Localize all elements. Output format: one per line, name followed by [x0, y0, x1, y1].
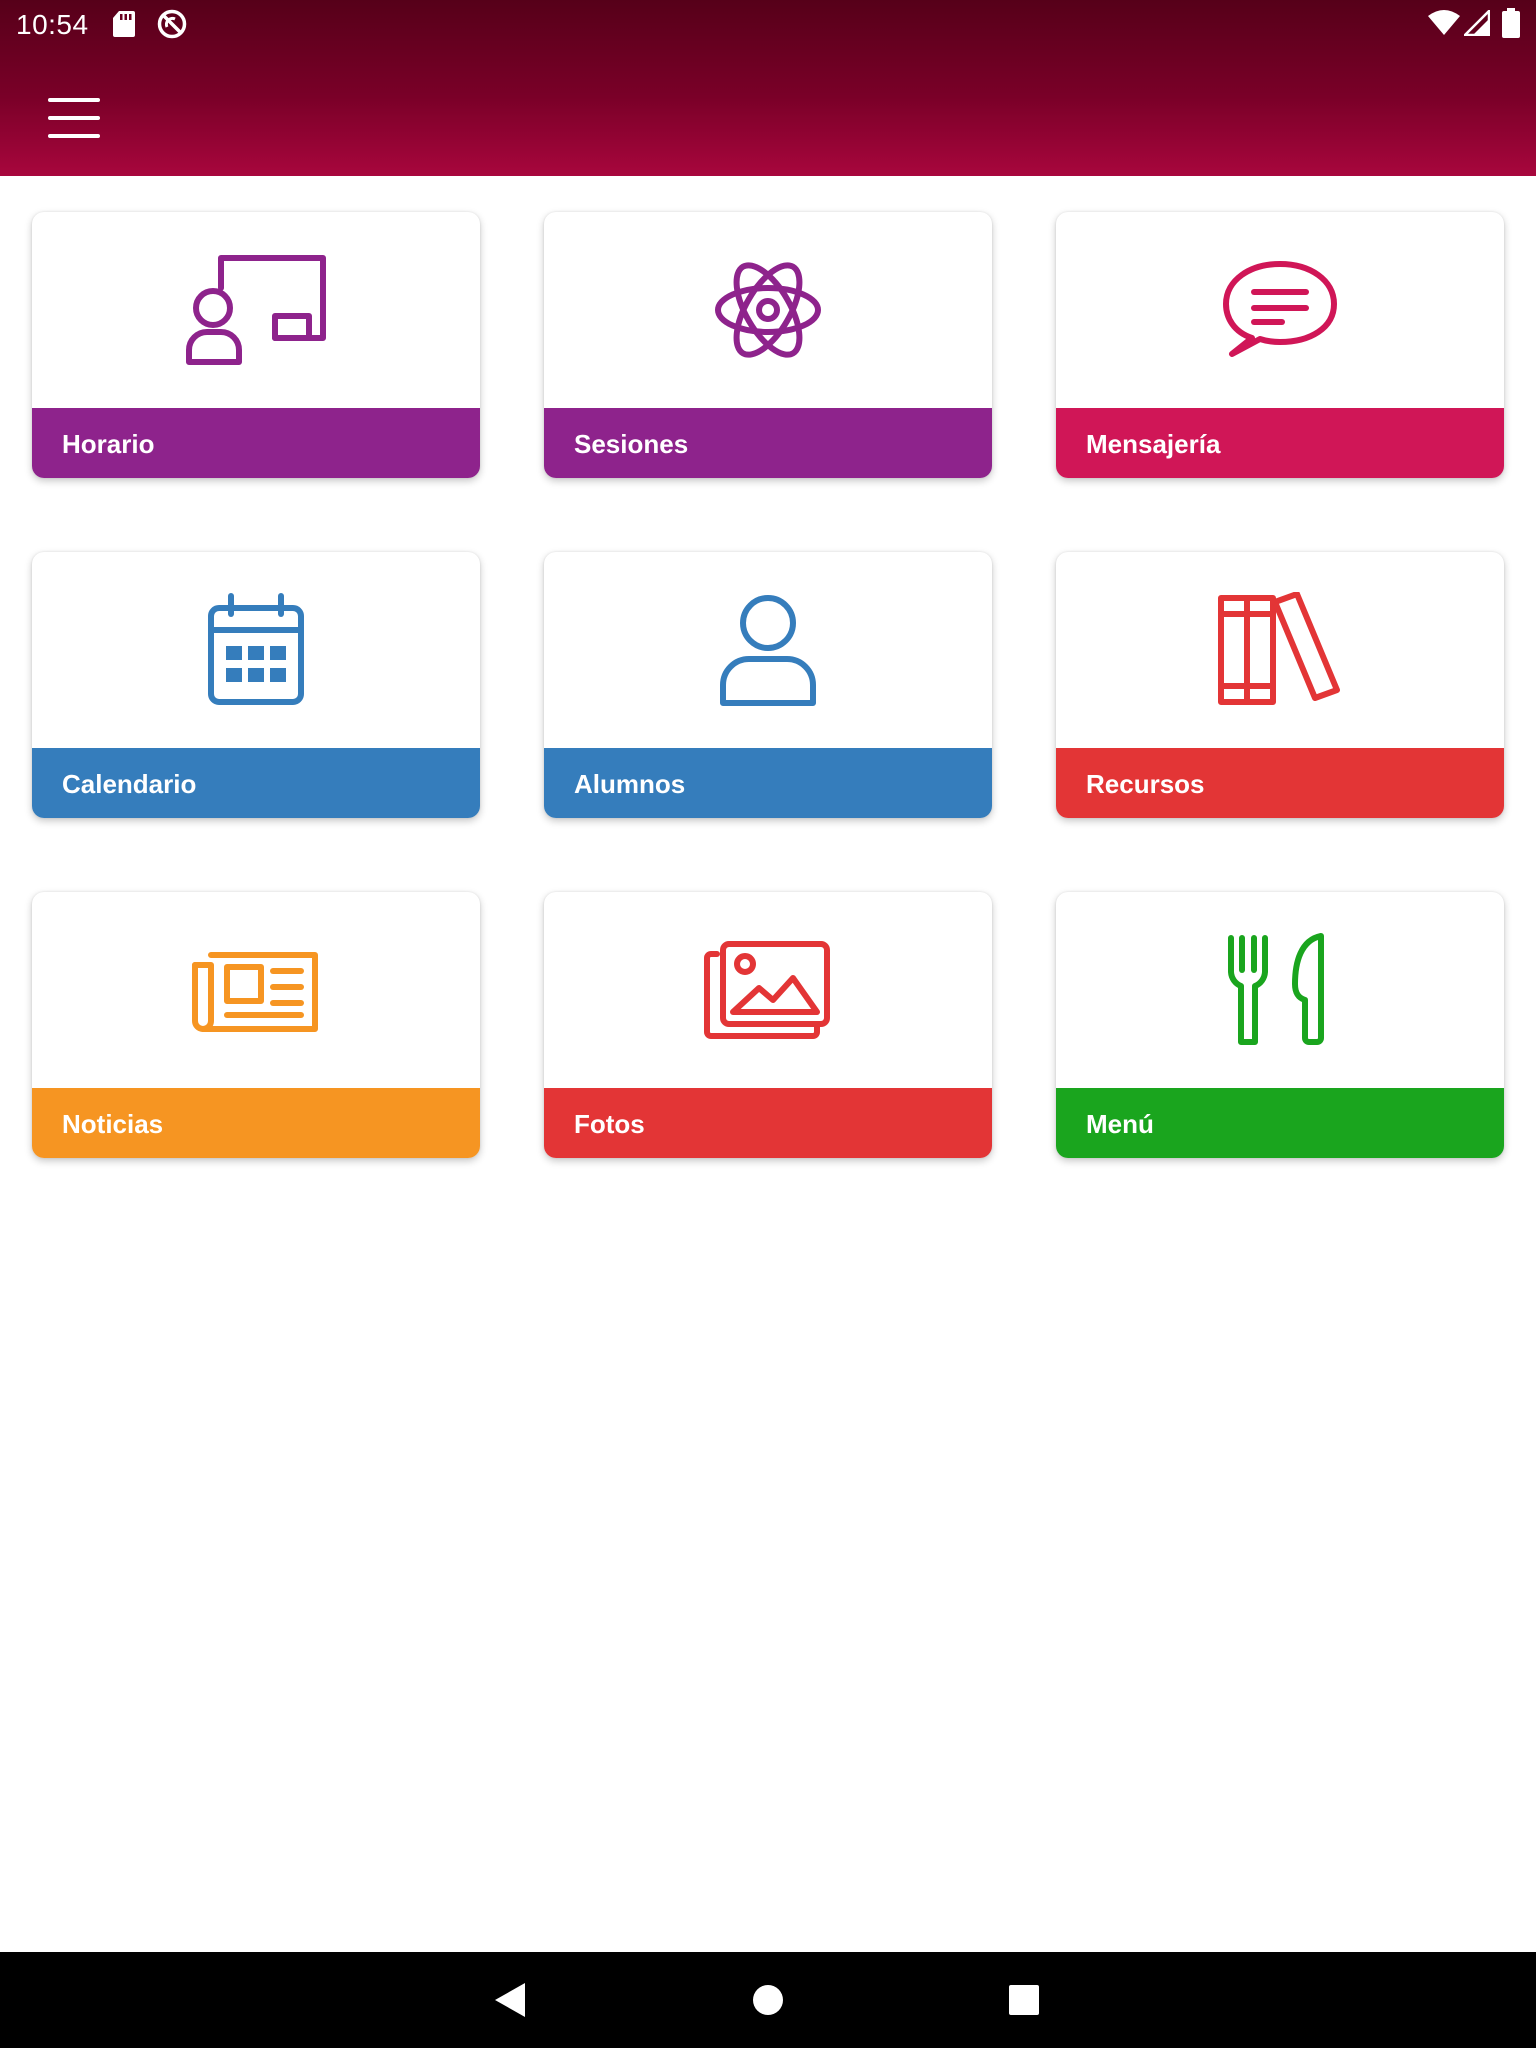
- tile-label: Sesiones: [574, 429, 689, 459]
- tile-label: Fotos: [574, 1109, 645, 1139]
- tile-label-bar: Noticias: [32, 1088, 480, 1158]
- atom-icon: [715, 262, 821, 358]
- data-saver-icon: [157, 9, 187, 39]
- user-icon: [720, 595, 816, 706]
- sd-card-icon: [113, 11, 135, 37]
- tile-menu[interactable]: Menú: [1056, 892, 1504, 1158]
- tile-label: Calendario: [62, 769, 197, 799]
- status-time: 10:54: [16, 9, 89, 40]
- photos-icon: [704, 941, 830, 1039]
- fork-knife-icon: [1228, 933, 1324, 1045]
- tile-icon-area: [1056, 892, 1504, 1088]
- home-circle-icon: [753, 1985, 783, 2015]
- tile-mensajeria[interactable]: Mensajería: [1056, 212, 1504, 478]
- books-icon: [1218, 592, 1340, 705]
- tile-icon-area: [1056, 552, 1504, 748]
- back-triangle-icon: [495, 1983, 525, 2017]
- tile-icon-area: [544, 892, 992, 1088]
- tile-label-bar: Horario: [32, 408, 480, 478]
- tile-icon-area: [544, 552, 992, 748]
- tile-icon-area: [544, 212, 992, 408]
- app-header: 10:54: [0, 0, 1536, 176]
- system-navigation-bar: [0, 1952, 1536, 2048]
- battery-icon: [1502, 8, 1520, 38]
- tile-label-bar: Mensajería: [1056, 408, 1504, 478]
- tile-label: Mensajería: [1086, 429, 1221, 459]
- teacher-board-icon: [186, 255, 326, 365]
- tile-sesiones[interactable]: Sesiones: [544, 212, 992, 478]
- tile-icon-area: [32, 892, 480, 1088]
- tile-label-bar: Calendario: [32, 748, 480, 818]
- home-button[interactable]: [744, 1976, 792, 2024]
- tile-calendario[interactable]: Calendario: [32, 552, 480, 818]
- tile-label: Recursos: [1086, 769, 1205, 799]
- hamburger-icon: [48, 98, 100, 102]
- tile-label-bar: Fotos: [544, 1088, 992, 1158]
- tile-label-bar: Menú: [1056, 1088, 1504, 1158]
- wifi-icon: [1428, 10, 1460, 35]
- hamburger-icon-line: [48, 116, 100, 120]
- overview-button[interactable]: [1000, 1976, 1048, 2024]
- tile-label: Alumnos: [574, 769, 686, 799]
- tile-fotos[interactable]: Fotos: [544, 892, 992, 1158]
- status-bar: 10:54: [0, 0, 1536, 50]
- tile-label: Horario: [62, 429, 155, 459]
- tile-label: Noticias: [62, 1109, 164, 1139]
- hamburger-menu-button[interactable]: [44, 94, 104, 142]
- signal-icon: [1464, 10, 1490, 36]
- tile-icon-area: [32, 552, 480, 748]
- back-button[interactable]: [486, 1976, 534, 2024]
- newspaper-icon: [192, 952, 318, 1032]
- chat-bubble-icon: [1223, 261, 1337, 357]
- tile-alumnos[interactable]: Alumnos: [544, 552, 992, 818]
- tile-icon-area: [1056, 212, 1504, 408]
- tile-label-bar: Sesiones: [544, 408, 992, 478]
- overview-square-icon: [1009, 1985, 1039, 2015]
- tile-label-bar: Recursos: [1056, 748, 1504, 818]
- hamburger-icon-line: [48, 134, 100, 138]
- calendar-icon: [208, 593, 304, 705]
- tile-recursos[interactable]: Recursos: [1056, 552, 1504, 818]
- tile-icon-area: [32, 212, 480, 408]
- tile-label-bar: Alumnos: [544, 748, 992, 818]
- tile-horario[interactable]: Horario: [32, 212, 480, 478]
- tile-noticias[interactable]: Noticias: [32, 892, 480, 1158]
- tile-label: Menú: [1086, 1109, 1154, 1139]
